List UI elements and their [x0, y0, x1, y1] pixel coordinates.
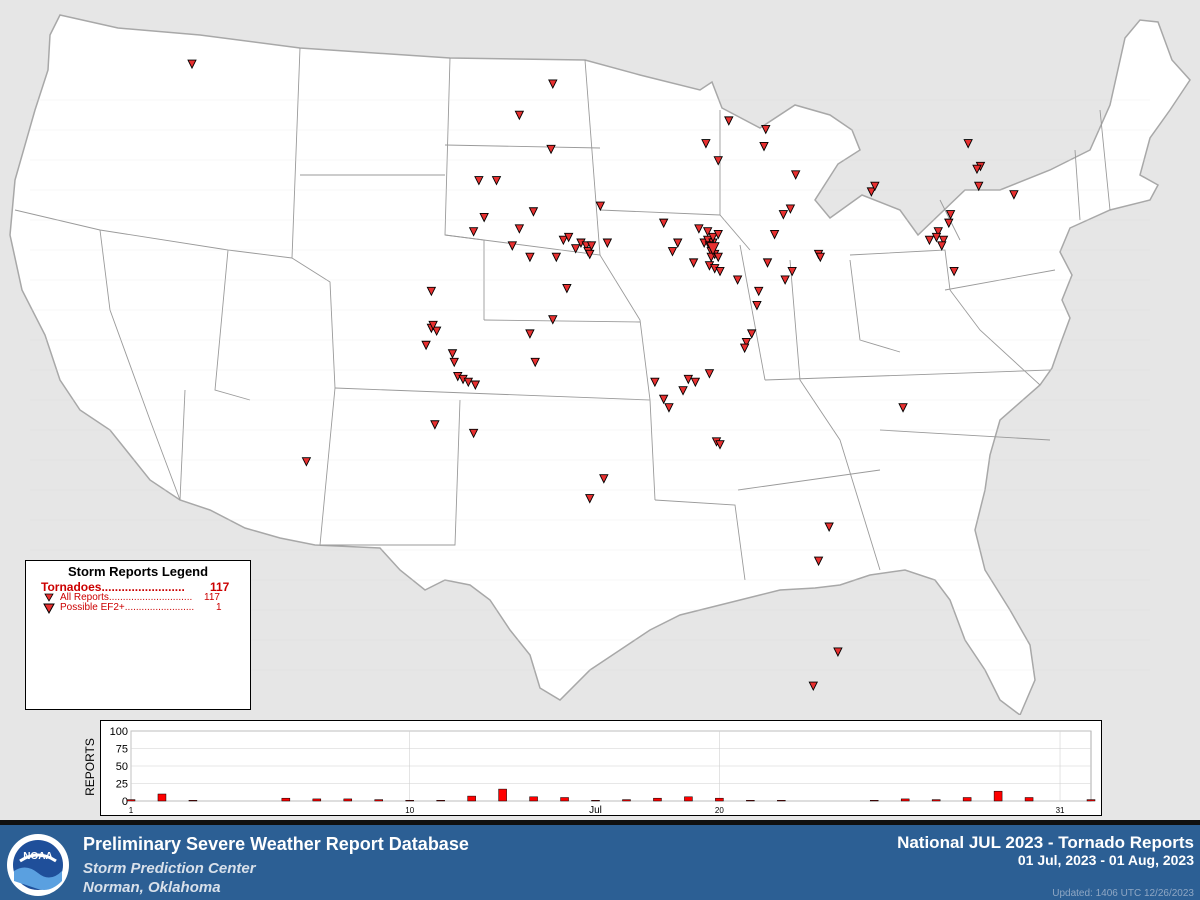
chart-ylabel: REPORTS [83, 738, 97, 796]
report-title: National JUL 2023 - Tornado Reports [897, 833, 1194, 852]
daily-report-bar [405, 800, 414, 802]
daily-report-bar [498, 788, 507, 802]
daily-report-bar [869, 800, 879, 802]
large-tornado-icon [43, 603, 55, 615]
daily-report-bar [777, 800, 786, 802]
daily-report-bar [157, 793, 167, 802]
daily-report-bar [560, 797, 569, 802]
small-tornado-icon [44, 593, 54, 602]
y-tick-label: 25 [116, 779, 128, 791]
footer-location: Norman, Oklahoma [83, 879, 221, 896]
daily-report-bar [312, 798, 322, 802]
footer-org: Storm Prediction Center [83, 860, 256, 877]
y-tick-label: 75 [116, 744, 128, 756]
x-tick-label: 1 [129, 806, 134, 815]
tornado-report-marker [808, 681, 819, 692]
noaa-logo-text: NOAA [23, 851, 52, 862]
daily-report-bar [653, 797, 662, 802]
y-tick-label: 100 [110, 726, 128, 738]
daily-report-bar [343, 798, 353, 802]
daily-report-bar [684, 796, 693, 802]
tornado-report-marker [833, 647, 843, 657]
x-tick-label: 31 [1056, 806, 1065, 815]
legend-title: Storm Reports Legend [67, 564, 209, 579]
legend-ef2-count: 1 [216, 602, 222, 613]
month-label: Jul [589, 805, 602, 815]
legend-ef2-label: Possible EF2+......................... [60, 602, 195, 613]
daily-report-bar [622, 799, 631, 802]
report-date-range: 01 Jul, 2023 - 01 Aug, 2023 [1017, 852, 1194, 868]
daily-report-bar [188, 800, 198, 802]
daily-report-bar [281, 797, 291, 802]
tornado-report-marker [973, 181, 984, 192]
daily-report-bar [529, 796, 538, 802]
daily-report-bar [993, 790, 1003, 802]
x-tick-label: 10 [405, 806, 414, 815]
y-tick-label: 50 [116, 761, 128, 773]
y-tick-label: 0 [122, 796, 128, 808]
chart-svg: 100 75 50 25 01 10 20 31 Jul [110, 726, 1096, 815]
daily-report-bar [436, 800, 445, 802]
updated-timestamp: Updated: 1406 UTC 12/26/2023 [1052, 888, 1194, 899]
daily-reports-chart: 100 75 50 25 0 1 10 20 31 Jul [100, 720, 1102, 816]
daily-report-bar [1086, 799, 1096, 802]
daily-report-bar [900, 798, 910, 802]
daily-report-bar [746, 800, 755, 802]
noaa-logo-icon: NOAA [7, 834, 69, 896]
daily-report-bar [126, 799, 136, 802]
x-tick-label: 20 [715, 806, 724, 815]
daily-report-bar [374, 799, 383, 802]
footer-title: Preliminary Severe Weather Report Databa… [83, 834, 469, 854]
daily-report-bar [1024, 797, 1034, 802]
footer-banner: NOAA Preliminary Severe Weather Report D… [0, 820, 1200, 900]
daily-report-bar [931, 799, 941, 802]
daily-report-bar [591, 800, 600, 802]
daily-report-bar [715, 797, 724, 802]
daily-report-bar [962, 797, 972, 802]
chart-ylabel-container: REPORTS [82, 720, 98, 814]
daily-report-bar [467, 795, 476, 802]
tornado-report-marker [963, 139, 973, 149]
storm-reports-legend: Storm Reports Legend Tornadoes..........… [25, 560, 251, 710]
